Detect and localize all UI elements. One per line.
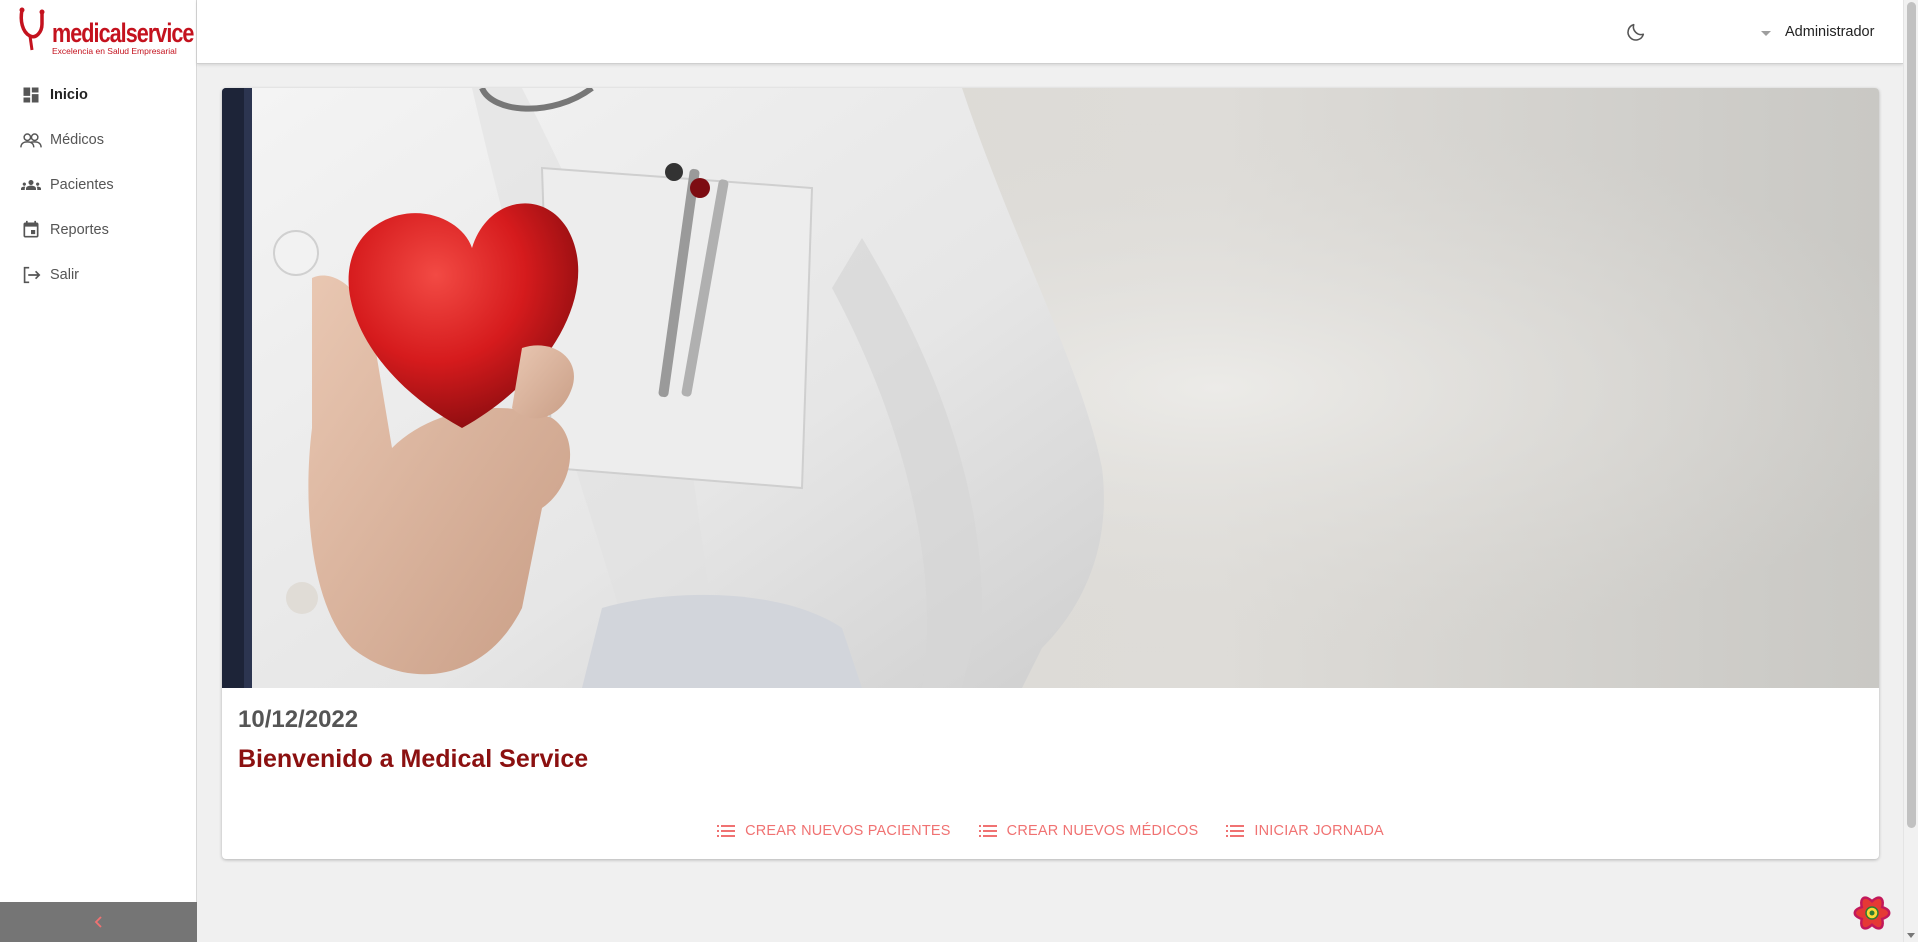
- react-devtools-icon[interactable]: [1852, 893, 1892, 933]
- brand-logo[interactable]: medicalservice Excelencia en Salud Empre…: [18, 6, 194, 56]
- sidebar-nav: Inicio Médicos Pacientes Reportes Salir: [0, 72, 196, 297]
- chevron-left-icon: [94, 916, 102, 928]
- action-label: CREAR NUEVOS PACIENTES: [745, 823, 951, 839]
- dashboard-icon: [20, 84, 42, 106]
- sidebar-item-inicio[interactable]: Inicio: [0, 72, 196, 117]
- sidebar-item-label: Médicos: [50, 131, 104, 148]
- patients-icon: [20, 174, 42, 196]
- moon-icon: [1627, 23, 1645, 41]
- welcome-card: 10/12/2022 Bienvenido a Medical Service: [222, 88, 1879, 859]
- sidebar-item-medicos[interactable]: Médicos: [0, 117, 196, 162]
- create-doctors-button[interactable]: CREAR NUEVOS MÉDICOS: [978, 813, 1199, 849]
- action-label: CREAR NUEVOS MÉDICOS: [1006, 823, 1199, 839]
- page-scrollbar[interactable]: [1903, 0, 1918, 942]
- hero-image: [222, 88, 1879, 688]
- current-date: 10/12/2022: [238, 706, 359, 733]
- sidebar-item-salir[interactable]: Salir: [0, 252, 196, 297]
- calendar-icon: [20, 219, 42, 241]
- action-label: INICIAR JORNADA: [1254, 823, 1384, 839]
- sidebar-item-label: Reportes: [50, 221, 109, 238]
- sidebar-item-label: Salir: [50, 266, 80, 283]
- theme-toggle-button[interactable]: [1623, 19, 1649, 45]
- user-menu[interactable]: Administrador: [1761, 20, 1874, 44]
- sidebar-item-label: Pacientes: [50, 176, 114, 193]
- scroll-thumb[interactable]: [1907, 2, 1916, 828]
- sidebar-item-reportes[interactable]: Reportes: [0, 207, 196, 252]
- doctors-icon: [20, 129, 42, 151]
- sidebar: medicalservice Excelencia en Salud Empre…: [0, 0, 197, 942]
- sidebar-item-pacientes[interactable]: Pacientes: [0, 162, 196, 207]
- list-icon: [717, 824, 736, 838]
- sidebar-collapse-button[interactable]: [0, 902, 197, 942]
- top-bar: Administrador: [197, 0, 1903, 64]
- scroll-down-icon[interactable]: [1907, 933, 1915, 938]
- create-patients-button[interactable]: CREAR NUEVOS PACIENTES: [717, 813, 951, 849]
- brand-tagline: Excelencia en Salud Empresarial: [52, 46, 177, 56]
- caret-down-icon: [1761, 30, 1771, 36]
- sidebar-item-label: Inicio: [50, 86, 88, 103]
- welcome-title: Bienvenido a Medical Service: [238, 745, 589, 773]
- logout-icon: [20, 264, 42, 286]
- start-shift-button[interactable]: INICIAR JORNADA: [1226, 813, 1384, 849]
- user-name: Administrador: [1785, 24, 1875, 40]
- list-icon: [978, 824, 997, 838]
- list-icon: [1226, 824, 1245, 838]
- card-actions: CREAR NUEVOS PACIENTES CREAR NUEVOS MÉDI…: [222, 813, 1879, 849]
- brand-name: medicalservice: [52, 18, 194, 48]
